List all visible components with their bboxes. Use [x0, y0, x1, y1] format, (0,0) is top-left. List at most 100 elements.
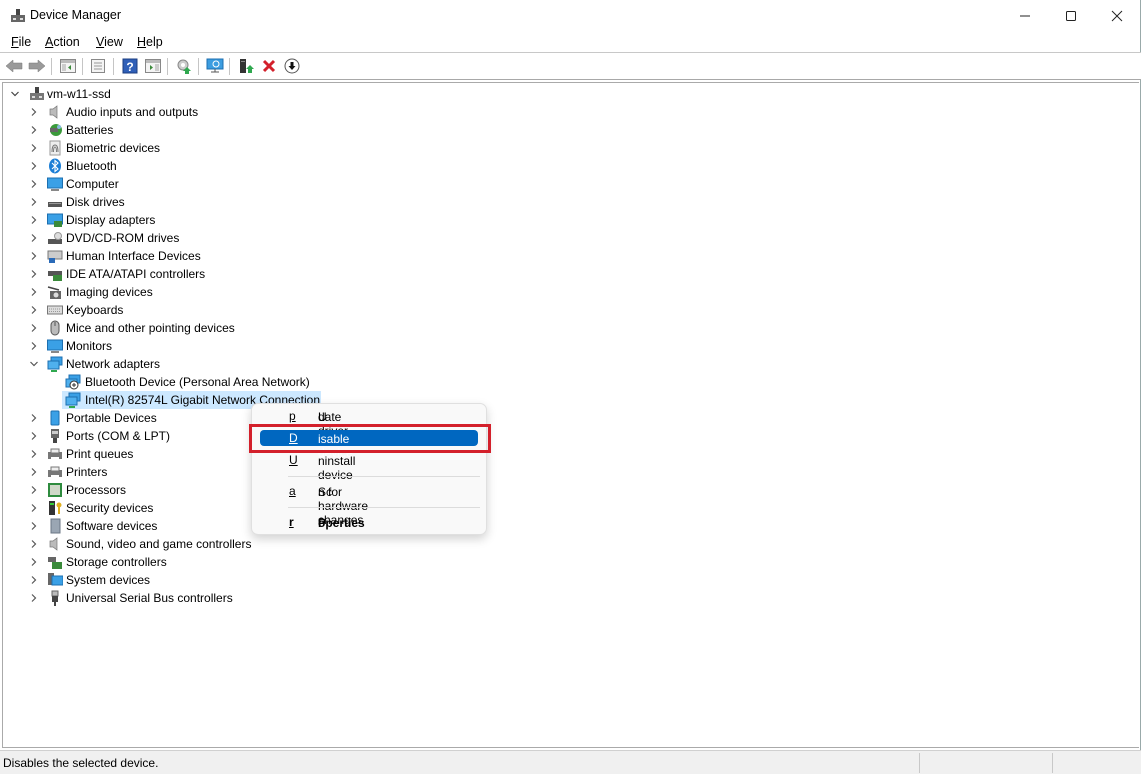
tree-node-label: Universal Serial Bus controllers	[66, 591, 233, 605]
chevron-down-icon[interactable]	[28, 355, 40, 373]
menu-file[interactable]: File	[11, 35, 31, 49]
context-menu-scan-hardware[interactable]: Sc a n for hardware changes	[260, 483, 478, 527]
chevron-right-icon[interactable]	[28, 463, 40, 481]
context-menu-separator	[288, 476, 480, 477]
chevron-right-icon[interactable]	[28, 319, 40, 337]
tree-node-label: Mice and other pointing devices	[66, 321, 235, 335]
chevron-right-icon[interactable]	[28, 481, 40, 499]
tree-node-label: Print queues	[66, 447, 134, 461]
show-action-pane-button[interactable]	[144, 57, 162, 75]
menu-help-label: elp	[146, 35, 163, 49]
chevron-right-icon[interactable]	[28, 139, 40, 157]
forward-button[interactable]	[28, 57, 46, 75]
context-menu-properties[interactable]: Pr operties	[260, 514, 478, 530]
tree-node-dvd-cd-rom-drives[interactable]: DVD/CD-ROM drives	[7, 229, 407, 247]
minimize-button[interactable]	[1002, 0, 1048, 32]
chevron-right-icon[interactable]	[28, 571, 40, 589]
chevron-right-icon[interactable]	[28, 445, 40, 463]
enable-device-button[interactable]	[237, 57, 255, 75]
tree-node-disk-drives[interactable]: Disk drives	[7, 193, 407, 211]
tree-node-network-adapters[interactable]: Network adapters	[7, 355, 407, 373]
tree-child-bluetooth-device-personal-area-network[interactable]: Bluetooth Device (Personal Area Network)	[7, 373, 407, 391]
tree-node-keyboards[interactable]: Keyboards	[7, 301, 407, 319]
context-menu-update-driver[interactable]: Update driver	[260, 408, 478, 438]
chevron-right-icon[interactable]	[28, 229, 40, 247]
status-text: Disables the selected device.	[3, 756, 159, 770]
disk-drive-icon	[47, 194, 63, 210]
chevron-right-icon[interactable]	[28, 427, 40, 445]
chevron-right-icon[interactable]	[28, 157, 40, 175]
chevron-right-icon[interactable]	[28, 175, 40, 193]
portable-device-icon	[47, 410, 63, 426]
tree-node-monitors[interactable]: Monitors	[7, 337, 407, 355]
maximize-button[interactable]	[1048, 0, 1094, 32]
chevron-right-icon[interactable]	[28, 517, 40, 535]
menu-action[interactable]: Action	[45, 35, 80, 49]
uninstall-device-button[interactable]	[260, 57, 278, 75]
chevron-right-icon[interactable]	[28, 409, 40, 427]
tree-node-universal-serial-bus-controllers[interactable]: Universal Serial Bus controllers	[7, 589, 407, 607]
tree-node-audio-inputs-and-outputs[interactable]: Audio inputs and outputs	[7, 103, 407, 121]
disable-device-button[interactable]	[283, 57, 301, 75]
help-button[interactable]: ?	[121, 57, 139, 75]
ctx-text: operties	[318, 516, 365, 530]
window-title: Device Manager	[30, 8, 122, 22]
svg-text:?: ?	[126, 60, 133, 74]
chevron-right-icon[interactable]	[28, 337, 40, 355]
context-menu: Update driver Disable device Uninstall d…	[251, 403, 487, 535]
chevron-right-icon[interactable]	[28, 283, 40, 301]
tree-node-storage-controllers[interactable]: Storage controllers	[7, 553, 407, 571]
tree-node-ide-ata-atapi-controllers[interactable]: IDE ATA/ATAPI controllers	[7, 265, 407, 283]
bluetooth-icon	[47, 158, 63, 174]
tree-node-computer[interactable]: Computer	[7, 175, 407, 193]
tree-node-display-adapters[interactable]: Display adapters	[7, 211, 407, 229]
tree-node-label: Biometric devices	[66, 141, 161, 155]
tree-node-bluetooth[interactable]: Bluetooth	[7, 157, 407, 175]
tree-node-label: DVD/CD-ROM drives	[66, 231, 180, 245]
chevron-right-icon[interactable]	[28, 265, 40, 283]
menu-bar: File Action View Help	[0, 32, 1141, 53]
network-adapter-icon	[65, 392, 81, 408]
tree-node-imaging-devices[interactable]: Imaging devices	[7, 283, 407, 301]
chevron-right-icon[interactable]	[28, 499, 40, 517]
tree-node-biometric-devices[interactable]: Biometric devices	[7, 139, 407, 157]
chevron-right-icon[interactable]	[28, 301, 40, 319]
close-button[interactable]	[1094, 0, 1140, 32]
tree-node-system-devices[interactable]: System devices	[7, 571, 407, 589]
tree-node-human-interface-devices[interactable]: Human Interface Devices	[7, 247, 407, 265]
chevron-down-icon[interactable]	[9, 85, 21, 103]
tree-node-label: Computer	[66, 177, 119, 191]
chevron-right-icon[interactable]	[28, 211, 40, 229]
tree-node-label: Storage controllers	[66, 555, 167, 569]
chevron-right-icon[interactable]	[28, 193, 40, 211]
menu-help[interactable]: Help	[137, 35, 163, 49]
tree-node-batteries[interactable]: Batteries	[7, 121, 407, 139]
chevron-right-icon[interactable]	[28, 121, 40, 139]
chevron-right-icon[interactable]	[28, 535, 40, 553]
chevron-right-icon[interactable]	[28, 247, 40, 265]
scan-hardware-button[interactable]	[206, 57, 224, 75]
show-hide-console-tree-button[interactable]	[59, 57, 77, 75]
back-button[interactable]	[5, 57, 23, 75]
context-menu-uninstall-device[interactable]: Uninstall device	[260, 452, 478, 482]
toolbar: ?	[0, 53, 1141, 80]
storage-controller-icon	[47, 554, 63, 570]
battery-icon	[47, 122, 63, 138]
tree-root-node[interactable]: vm-w11-ssd	[7, 85, 207, 103]
menu-file-label: ile	[18, 35, 32, 49]
ide-controller-icon	[47, 266, 63, 282]
chevron-right-icon[interactable]	[28, 103, 40, 121]
menu-file-accel: F	[11, 35, 19, 49]
tree-node-mice-and-other-pointing-devices[interactable]: Mice and other pointing devices	[7, 319, 407, 337]
update-driver-button[interactable]	[175, 57, 193, 75]
menu-view[interactable]: View	[96, 35, 123, 49]
properties-button[interactable]	[89, 57, 107, 75]
tree-node-label: Processors	[66, 483, 127, 497]
tree-node-label: System devices	[66, 573, 151, 587]
mouse-icon	[47, 320, 63, 336]
device-tree[interactable]: vm-w11-ssd Audio inputs and outputs Batte…	[2, 82, 1139, 748]
tree-node-sound-video-and-game-controllers[interactable]: Sound, video and game controllers	[7, 535, 407, 553]
tree-node-label: Bluetooth	[66, 159, 117, 173]
chevron-right-icon[interactable]	[28, 553, 40, 571]
chevron-right-icon[interactable]	[28, 589, 40, 607]
